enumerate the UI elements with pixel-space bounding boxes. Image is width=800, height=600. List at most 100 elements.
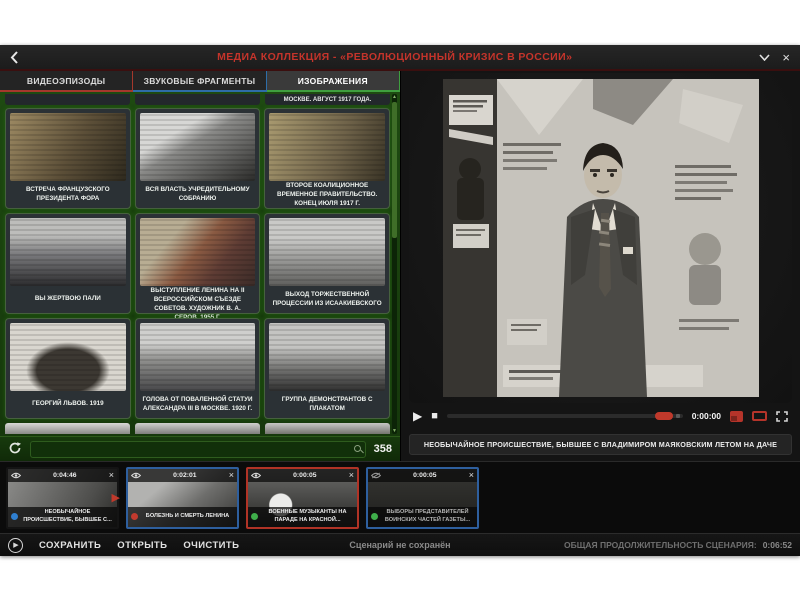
library-item-thumbnail	[269, 218, 385, 286]
library-item-caption: ВТОРОЕ КОАЛИЦИОННОЕ ВРЕМЕННОЕ ПРАВИТЕЛЬС…	[269, 181, 385, 208]
search-input[interactable]	[30, 441, 366, 458]
library-scrollbar[interactable]: ▲ ▼	[392, 94, 397, 434]
clip-caption: ВОЕННЫЕ МУЗЫКАНТЫ НА ПАРАДЕ НА КРАСНОЙ..…	[261, 509, 354, 524]
clip-close-icon[interactable]: ×	[229, 471, 234, 480]
seek-bar[interactable]	[447, 414, 683, 418]
library-item[interactable]: ГОЛОВА ОТ ПОВАЛЕННОЙ СТАТУИ АЛЕКСАНДРА I…	[135, 318, 261, 419]
partial-item[interactable]	[265, 423, 390, 434]
tab-video-episodes[interactable]: ВИДЕОЭПИЗОДЫ	[0, 71, 133, 92]
clip-caption: НЕОБЫЧАЙНОЕ ПРОИСШЕСТВИЕ, БЫВШЕЕ С...	[21, 509, 114, 524]
library-item-caption: ГЕОРГИЙ ЛЬВОВ. 1919	[10, 391, 126, 417]
total-duration-value: 0:06:52	[763, 540, 792, 550]
clear-button[interactable]: ОЧИСТИТЬ	[183, 540, 239, 551]
clip-type-dot	[131, 513, 138, 520]
library-item-thumbnail	[10, 218, 126, 286]
eye-off-icon[interactable]	[371, 472, 381, 479]
clip-type-dot	[251, 513, 258, 520]
partial-item[interactable]	[135, 423, 260, 434]
timeline-clip[interactable]: 0:02:01 × БОЛЕЗНЬ И СМЕРТЬ ЛЕНИНА	[126, 467, 239, 529]
timeline-clip[interactable]: 0:00:05 × ВЫБОРЫ ПРЕДСТАВИТЕЛЕЙ ВОИНСКИХ…	[366, 467, 479, 529]
tab-bar: ВИДЕОЭПИЗОДЫ ЗВУКОВЫЕ ФРАГМЕНТЫ ИЗОБРАЖЕ…	[0, 71, 400, 92]
library-grid: МОСКВЕ. АВГУСТ 1917 ГОДА. ВСТРЕЧА ФРАНЦУ…	[0, 92, 400, 436]
library-item-caption: ВЫХОД ТОРЖЕСТВЕННОЙ ПРОЦЕССИИ ИЗ ИСААКИЕ…	[269, 286, 385, 312]
viewer-photo	[443, 79, 759, 397]
library-item[interactable]: ВСЯ ВЛАСТЬ УЧРЕДИТЕЛЬНОМУ СОБРАНИЮ	[135, 108, 261, 209]
detach-window-icon[interactable]	[730, 411, 743, 422]
library-item-thumbnail	[269, 323, 385, 391]
widescreen-icon[interactable]	[752, 411, 767, 421]
library-item-caption: ВЫ ЖЕРТВОЮ ПАЛИ	[10, 286, 126, 312]
play-button[interactable]: ▶	[413, 410, 422, 422]
eye-icon[interactable]	[131, 472, 141, 479]
clip-caption: БОЛЕЗНЬ И СМЕРТЬ ЛЕНИНА	[141, 513, 234, 521]
library-item-thumbnail	[10, 323, 126, 391]
library-item[interactable]: ВЫ ЖЕРТВОЮ ПАЛИ	[5, 213, 131, 314]
library-item[interactable]: ВЫХОД ТОРЖЕСТВЕННОЙ ПРОЦЕССИИ ИЗ ИСААКИЕ…	[264, 213, 390, 314]
clip-duration: 0:02:01	[144, 472, 226, 479]
partial-item[interactable]: МОСКВЕ. АВГУСТ 1917 ГОДА.	[265, 94, 390, 105]
scroll-down-icon[interactable]: ▼	[392, 428, 397, 434]
partial-item[interactable]	[5, 423, 130, 434]
clip-close-icon[interactable]: ×	[109, 471, 114, 480]
title-bar: МЕДИА КОЛЛЕКЦИЯ - «РЕВОЛЮЦИОННЫЙ КРИЗИС …	[0, 45, 800, 71]
search-icon	[354, 445, 361, 452]
current-clip-marker: ▶	[112, 491, 120, 504]
library-item[interactable]: ВТОРОЕ КОАЛИЦИОННОЕ ВРЕМЕННОЕ ПРАВИТЕЛЬС…	[264, 108, 390, 209]
eye-icon[interactable]	[11, 472, 21, 479]
clip-close-icon[interactable]: ×	[469, 471, 474, 480]
viewer-photo-area	[409, 73, 792, 403]
minimize-icon[interactable]	[759, 54, 770, 61]
library-item-caption: ВСТРЕЧА ФРАНЦУЗСКОГО ПРЕЗИДЕНТА ФОРА	[10, 181, 126, 207]
library-item[interactable]: ГЕОРГИЙ ЛЬВОВ. 1919	[5, 318, 131, 419]
library-item-caption: ГРУППА ДЕМОНСТРАНТОВ С ПЛАКАТОМ	[269, 391, 385, 417]
total-duration-label: ОБЩАЯ ПРОДОЛЖИТЕЛЬНОСТЬ СЦЕНАРИЯ:	[564, 540, 757, 550]
scroll-up-icon[interactable]: ▲	[392, 94, 397, 100]
clip-duration: 0:00:05	[264, 472, 346, 479]
item-count: 358	[374, 443, 392, 455]
bottom-toolbar: ▶ СОХРАНИТЬ ОТКРЫТЬ ОЧИСТИТЬ Сценарий не…	[0, 533, 800, 556]
library-item-thumbnail	[140, 218, 256, 286]
refresh-icon[interactable]	[8, 441, 22, 457]
stop-button[interactable]: ■	[431, 411, 438, 422]
save-button[interactable]: СОХРАНИТЬ	[39, 540, 101, 551]
viewer-caption: НЕОБЫЧАЙНОЕ ПРОИСШЕСТВИЕ, БЫВШЕЕ С ВЛАДИ…	[409, 434, 792, 455]
scrollbar-thumb[interactable]	[392, 102, 397, 238]
window-title: МЕДИА КОЛЛЕКЦИЯ - «РЕВОЛЮЦИОННЫЙ КРИЗИС …	[30, 51, 759, 63]
timeline-strip: 0:04:46 × ▶ НЕОБЫЧАЙНОЕ ПРОИСШЕСТВИЕ, БЫ…	[0, 461, 800, 533]
player-controls: ▶ ■ 0:00:00	[409, 403, 792, 429]
library-panel: ВИДЕОЭПИЗОДЫ ЗВУКОВЫЕ ФРАГМЕНТЫ ИЗОБРАЖЕ…	[0, 71, 400, 461]
tab-images[interactable]: ИЗОБРАЖЕНИЯ	[267, 71, 400, 92]
app-window: МЕДИА КОЛЛЕКЦИЯ - «РЕВОЛЮЦИОННЫЙ КРИЗИС …	[0, 45, 800, 556]
viewer-panel: ▶ ■ 0:00:00 НЕОБЫЧАЙНОЕ ПРОИСШЕСТВИЕ, БЫ…	[400, 71, 800, 461]
partial-row-top: МОСКВЕ. АВГУСТ 1917 ГОДА.	[5, 94, 390, 105]
library-item-thumbnail	[269, 113, 385, 181]
partial-item[interactable]	[135, 94, 260, 105]
clip-type-dot	[371, 513, 378, 520]
play-scenario-icon[interactable]: ▶	[8, 538, 23, 553]
library-item[interactable]: ВЫСТУПЛЕНИЕ ЛЕНИНА НА II ВСЕРОССИЙСКОМ С…	[135, 213, 261, 314]
clip-caption: ВЫБОРЫ ПРЕДСТАВИТЕЛЕЙ ВОИНСКИХ ЧАСТЕЙ ГА…	[381, 509, 474, 524]
clip-type-dot	[11, 513, 18, 520]
library-item[interactable]: ВСТРЕЧА ФРАНЦУЗСКОГО ПРЕЗИДЕНТА ФОРА	[5, 108, 131, 209]
library-item-thumbnail	[140, 113, 256, 181]
timeline-clip[interactable]: 0:00:05 × ВОЕННЫЕ МУЗЫКАНТЫ НА ПАРАДЕ НА…	[246, 467, 359, 529]
back-icon[interactable]	[10, 51, 30, 64]
clip-duration: 0:04:46	[24, 472, 106, 479]
library-item[interactable]: ГРУППА ДЕМОНСТРАНТОВ С ПЛАКАТОМ	[264, 318, 390, 419]
library-item-thumbnail	[140, 323, 256, 391]
library-item-caption: ГОЛОВА ОТ ПОВАЛЕННОЙ СТАТУИ АЛЕКСАНДРА I…	[140, 391, 256, 417]
scenario-status: Сценарий не сохранён	[349, 540, 450, 550]
partial-item[interactable]	[5, 94, 130, 105]
library-search-bar: 358	[0, 436, 400, 461]
close-icon[interactable]: ×	[782, 51, 790, 64]
tab-sound-fragments[interactable]: ЗВУКОВЫЕ ФРАГМЕНТЫ	[133, 71, 266, 92]
partial-row-bottom	[5, 423, 390, 434]
library-item-thumbnail	[10, 113, 126, 181]
eye-icon[interactable]	[251, 472, 261, 479]
fullscreen-icon[interactable]	[776, 411, 788, 422]
clip-duration: 0:00:05	[384, 472, 466, 479]
timeline-clip[interactable]: 0:04:46 × ▶ НЕОБЫЧАЙНОЕ ПРОИСШЕСТВИЕ, БЫ…	[6, 467, 119, 529]
seek-handle[interactable]	[655, 412, 673, 420]
clip-close-icon[interactable]: ×	[349, 471, 354, 480]
open-button[interactable]: ОТКРЫТЬ	[117, 540, 167, 551]
